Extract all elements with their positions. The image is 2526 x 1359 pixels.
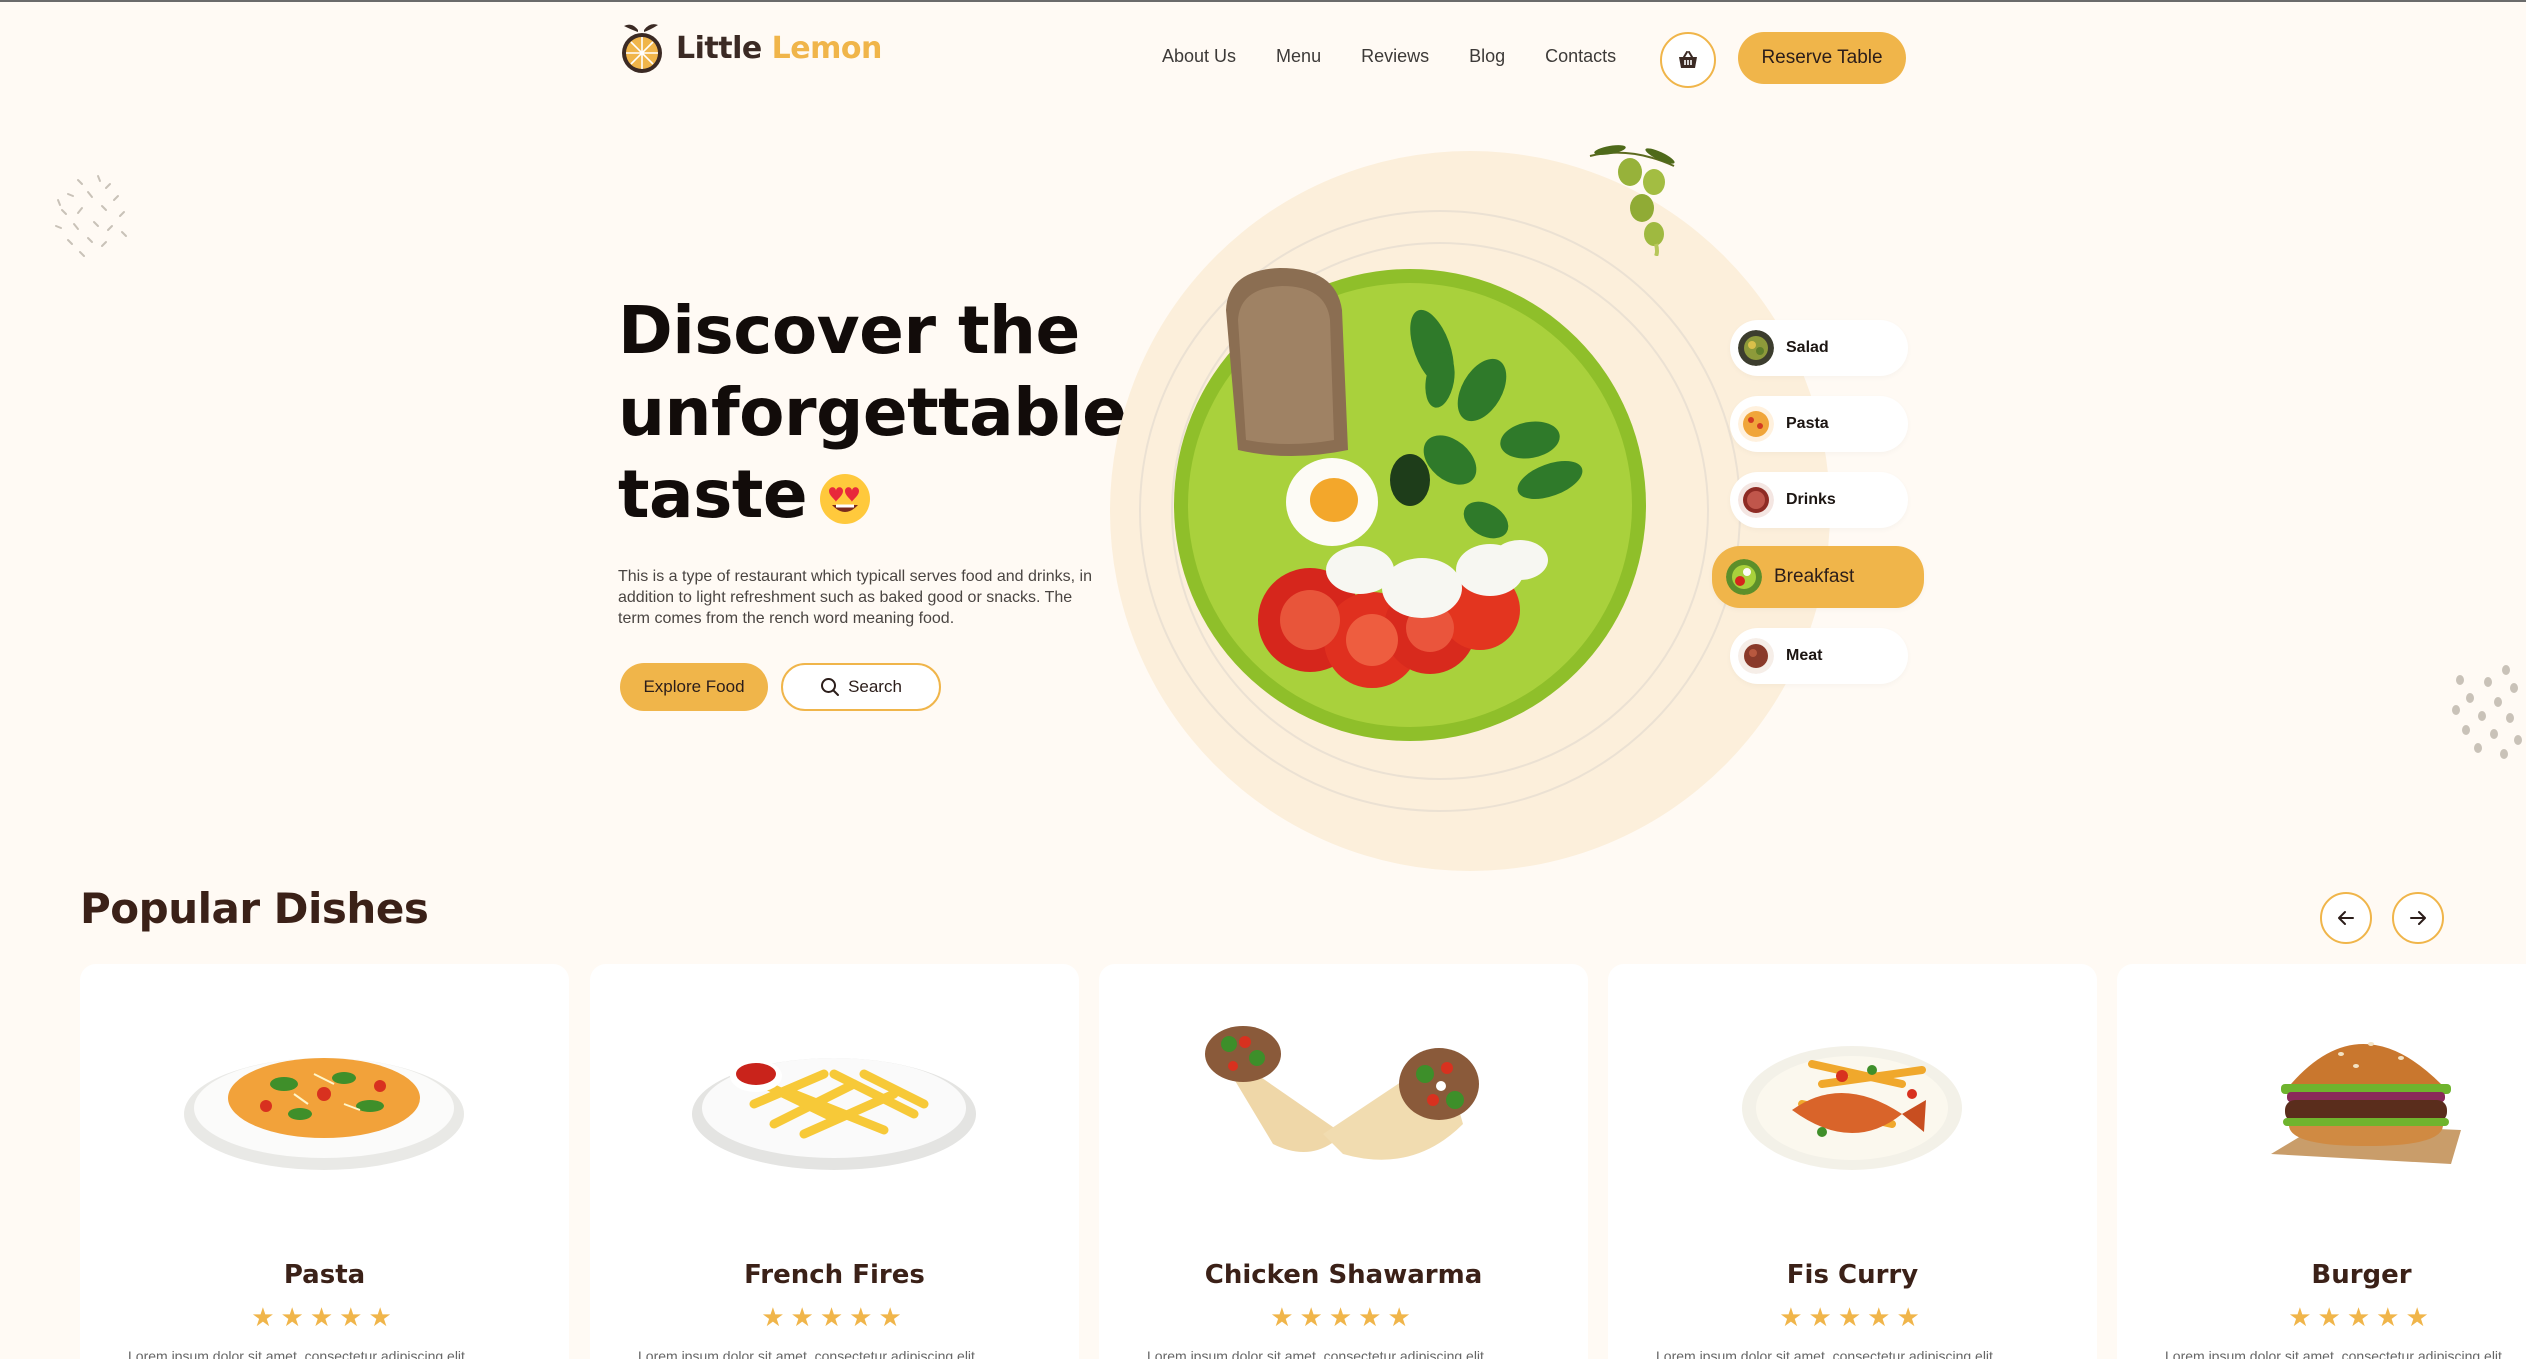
dish-description: Lorem ipsum dolor sit amet, consectetur … bbox=[1656, 1348, 1993, 1359]
arrow-right-icon bbox=[2410, 911, 2426, 925]
nav-reviews[interactable]: Reviews bbox=[1361, 46, 1429, 67]
category-label: Meat bbox=[1786, 647, 1823, 664]
category-pasta[interactable]: Pasta bbox=[1730, 396, 1908, 452]
category-salad[interactable]: Salad bbox=[1730, 320, 1908, 376]
site-header: Little Lemon About Us Menu Reviews Blog … bbox=[618, 20, 1906, 92]
rating-stars: ★★★★★ bbox=[2288, 1302, 2435, 1332]
pasta-icon bbox=[1738, 406, 1774, 442]
decorative-speckles-icon bbox=[55, 175, 127, 257]
rating-stars: ★★★★★ bbox=[1779, 1302, 1926, 1332]
cart-button[interactable] bbox=[1660, 32, 1716, 88]
category-label: Salad bbox=[1786, 339, 1829, 356]
dish-name: French Fires bbox=[744, 1260, 925, 1290]
category-drinks[interactable]: Drinks bbox=[1730, 472, 1908, 528]
rating-stars: ★★★★★ bbox=[1270, 1302, 1417, 1332]
lemon-logo-icon bbox=[622, 24, 662, 73]
logo[interactable]: Little Lemon bbox=[618, 20, 882, 76]
category-label: Pasta bbox=[1786, 415, 1829, 432]
category-breakfast[interactable]: Breakfast bbox=[1712, 546, 1924, 608]
dish-description: Lorem ipsum dolor sit amet, consectetur … bbox=[128, 1348, 465, 1359]
hero-title-line3: taste bbox=[618, 456, 808, 533]
nav-contacts[interactable]: Contacts bbox=[1545, 46, 1616, 67]
french-fries-dish-image bbox=[692, 1058, 976, 1170]
pasta-dish-image bbox=[184, 1058, 464, 1170]
hero-plate-image bbox=[1110, 151, 1830, 871]
meat-icon bbox=[1738, 638, 1774, 674]
reserve-table-button[interactable]: Reserve Table bbox=[1738, 32, 1906, 84]
dish-card-pasta[interactable]: Pasta ★★★★★ Lorem ipsum dolor sit amet, … bbox=[80, 964, 569, 1359]
dish-name: Burger bbox=[2311, 1260, 2412, 1290]
main-nav: About Us Menu Reviews Blog Contacts bbox=[1162, 46, 1616, 67]
rating-stars: ★★★★★ bbox=[251, 1302, 398, 1332]
dish-carousel: Pasta ★★★★★ Lorem ipsum dolor sit amet, … bbox=[80, 964, 2526, 1359]
search-icon bbox=[821, 678, 840, 696]
dish-description: Lorem ipsum dolor sit amet, consectetur … bbox=[638, 1348, 975, 1359]
explore-food-button[interactable]: Explore Food bbox=[620, 663, 768, 711]
brand-name: Little Lemon bbox=[676, 31, 882, 66]
carousel-next-button[interactable] bbox=[2392, 892, 2444, 944]
hero-description: This is a type of restaurant which typic… bbox=[618, 568, 1092, 627]
salad-icon bbox=[1738, 330, 1774, 366]
decorative-dots-icon bbox=[2452, 665, 2522, 759]
carousel-prev-button[interactable] bbox=[2320, 892, 2372, 944]
hero-title-line1: Discover the bbox=[618, 292, 1080, 369]
brand-name-part1: Little bbox=[676, 30, 762, 66]
dish-card-chicken-shawarma[interactable]: Chicken Shawarma ★★★★★ Lorem ipsum dolor… bbox=[1099, 964, 1588, 1359]
nav-blog[interactable]: Blog bbox=[1469, 46, 1505, 67]
dish-name: Chicken Shawarma bbox=[1204, 1260, 1483, 1290]
fish-curry-dish-image bbox=[1742, 1046, 1962, 1170]
category-label: Breakfast bbox=[1774, 566, 1855, 587]
rating-stars: ★★★★★ bbox=[761, 1302, 908, 1332]
burger-dish-image bbox=[2271, 1042, 2461, 1164]
dish-name: Pasta bbox=[283, 1260, 366, 1290]
hero-title-line2: unforgettable bbox=[618, 374, 1127, 451]
search-button[interactable]: Search bbox=[781, 663, 941, 711]
arrow-left-icon bbox=[2338, 911, 2354, 925]
brand-name-part2: Lemon bbox=[771, 30, 883, 66]
heart-eyes-emoji-icon bbox=[820, 473, 871, 524]
category-label: Drinks bbox=[1786, 491, 1836, 508]
category-meat[interactable]: Meat bbox=[1730, 628, 1908, 684]
shawarma-dish-image bbox=[1205, 1026, 1479, 1160]
popular-dishes-title: Popular Dishes bbox=[80, 884, 429, 933]
nav-menu[interactable]: Menu bbox=[1276, 46, 1321, 67]
drinks-icon bbox=[1738, 482, 1774, 518]
breakfast-icon bbox=[1726, 559, 1762, 595]
dish-description: Lorem ipsum dolor sit amet, consectetur … bbox=[2165, 1348, 2502, 1359]
dish-card-french-fries[interactable]: French Fires ★★★★★ Lorem ipsum dolor sit… bbox=[590, 964, 1079, 1359]
basket-icon bbox=[1679, 51, 1697, 68]
hero-title: Discover the unforgettable taste bbox=[618, 290, 1178, 536]
dish-card-burger[interactable]: Burger ★★★★★ Lorem ipsum dolor sit amet,… bbox=[2117, 964, 2526, 1359]
dish-card-fish-curry[interactable]: Fis Curry ★★★★★ Lorem ipsum dolor sit am… bbox=[1608, 964, 2097, 1359]
nav-about-us[interactable]: About Us bbox=[1162, 46, 1236, 67]
dish-description: Lorem ipsum dolor sit amet, consectetur … bbox=[1147, 1348, 1484, 1359]
olive-branch-icon bbox=[1589, 145, 1675, 256]
dish-name: Fis Curry bbox=[1786, 1260, 1919, 1290]
search-button-label: Search bbox=[848, 677, 902, 696]
